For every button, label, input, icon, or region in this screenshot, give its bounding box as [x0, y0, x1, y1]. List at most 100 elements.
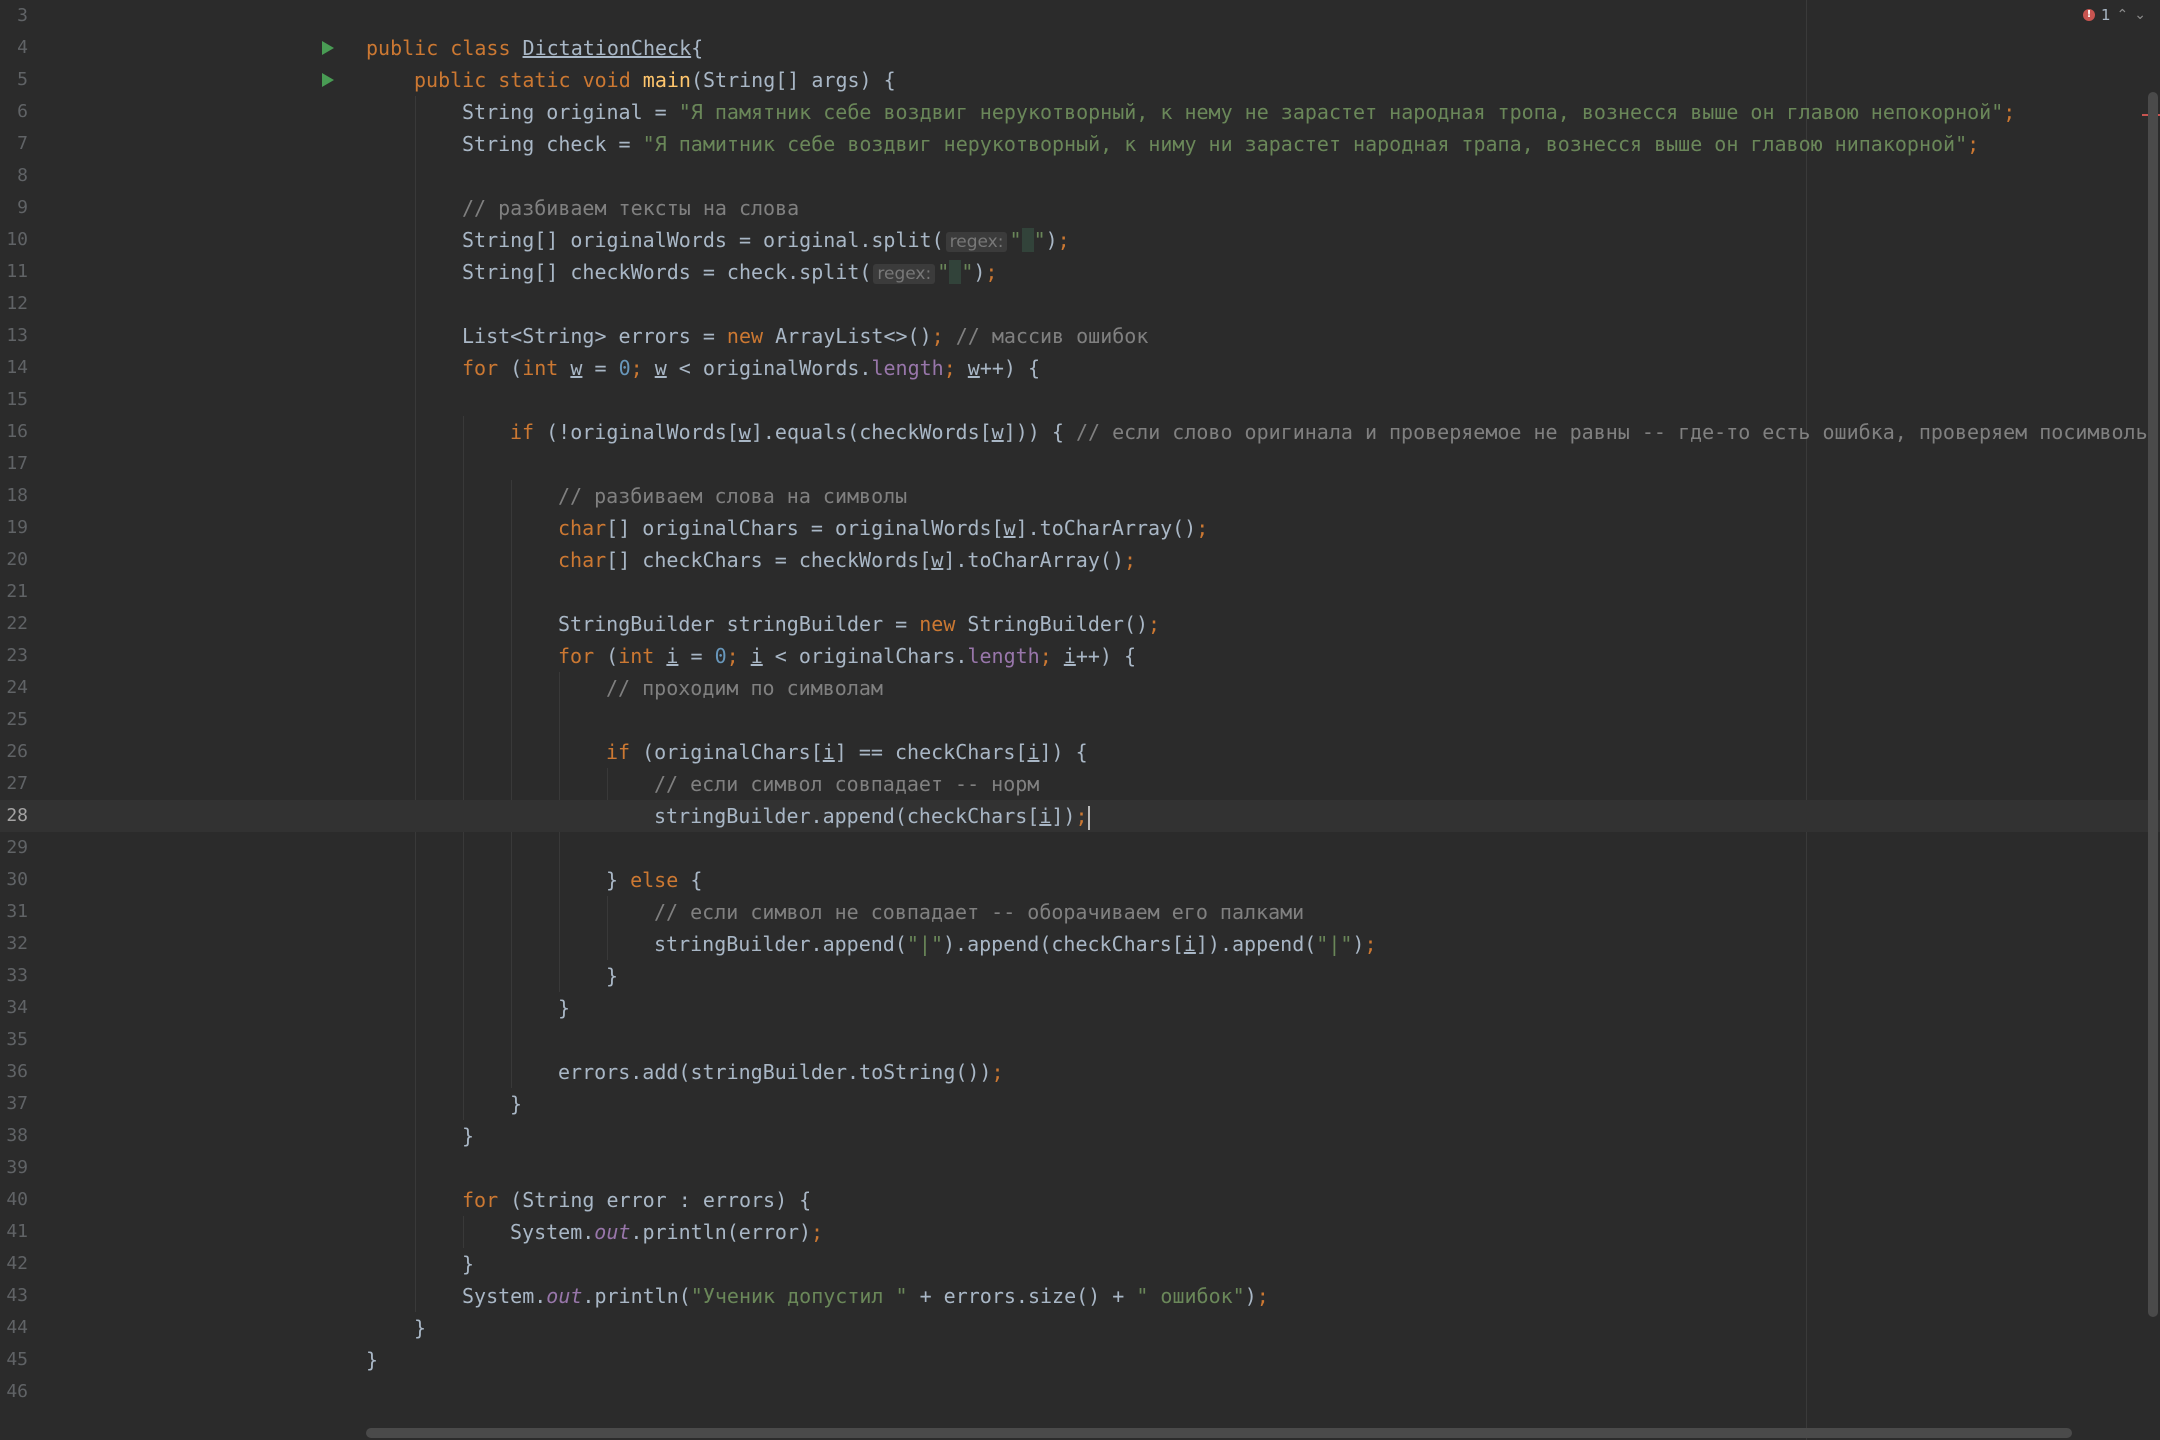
code-text[interactable]: }	[558, 992, 570, 1024]
code-line[interactable]: 27 // если символ совпадает -- норм	[0, 768, 2160, 800]
line-number[interactable]: 38	[0, 1120, 28, 1152]
line-number[interactable]: 17	[0, 448, 28, 480]
code-line[interactable]: 32 stringBuilder.append("|").append(check…	[0, 928, 2160, 960]
line-number[interactable]: 7	[0, 128, 28, 160]
code-text[interactable]: } else {	[606, 864, 702, 896]
code-line[interactable]: 33}	[0, 960, 2160, 992]
next-error-icon[interactable]: ⌄	[2134, 7, 2146, 23]
code-text[interactable]: System.out.println("Ученик допустил " + …	[462, 1280, 1269, 1312]
line-number[interactable]: 20	[0, 544, 28, 576]
code-line[interactable]: 42}	[0, 1248, 2160, 1280]
line-number[interactable]: 6	[0, 96, 28, 128]
line-number[interactable]: 39	[0, 1152, 28, 1184]
code-text[interactable]: String check = "Я памитник себе воздвиг …	[462, 128, 1979, 160]
code-text[interactable]: for (String error : errors) {	[462, 1184, 811, 1216]
code-line[interactable]: 22 StringBuilder stringBuilder = new Stri…	[0, 608, 2160, 640]
line-number[interactable]: 10	[0, 224, 28, 256]
line-number[interactable]: 27	[0, 768, 28, 800]
line-number[interactable]: 37	[0, 1088, 28, 1120]
code-line[interactable]: 43 System.out.println("Ученик допустил " …	[0, 1280, 2160, 1312]
line-number[interactable]: 30	[0, 864, 28, 896]
line-number[interactable]: 31	[0, 896, 28, 928]
code-line[interactable]: 35	[0, 1024, 2160, 1056]
line-number[interactable]: 40	[0, 1184, 28, 1216]
code-line[interactable]: 39	[0, 1152, 2160, 1184]
code-line[interactable]: 41 System.out.println(error);	[0, 1216, 2160, 1248]
code-text[interactable]: }	[462, 1248, 474, 1280]
code-line[interactable]: 40 for (String error : errors) {	[0, 1184, 2160, 1216]
code-line[interactable]: 6 String original = "Я памятник себе возд…	[0, 96, 2160, 128]
code-text[interactable]: char[] checkChars = checkWords[w].toChar…	[558, 544, 1136, 576]
code-line[interactable]: 10 String[] originalWords = original.spli…	[0, 224, 2160, 256]
line-number[interactable]: 33	[0, 960, 28, 992]
code-text[interactable]: if (!originalWords[w].equals(checkWords[…	[510, 416, 2160, 448]
code-text[interactable]: // разбиваем слова на символы	[558, 480, 907, 512]
code-text[interactable]: String original = "Я памятник себе воздв…	[462, 96, 2015, 128]
code-line[interactable]: 44}	[0, 1312, 2160, 1344]
code-line[interactable]: 36 errors.add(stringBuilder.toString());	[0, 1056, 2160, 1088]
line-number[interactable]: 9	[0, 192, 28, 224]
code-text[interactable]: for (int i = 0; i < originalChars.length…	[558, 640, 1136, 672]
code-line[interactable]: 21	[0, 576, 2160, 608]
code-text[interactable]: }	[462, 1120, 474, 1152]
code-line[interactable]: 38}	[0, 1120, 2160, 1152]
line-number[interactable]: 43	[0, 1280, 28, 1312]
code-line[interactable]: 8	[0, 160, 2160, 192]
previous-error-icon[interactable]: ⌃	[2117, 7, 2129, 23]
line-number[interactable]: 45	[0, 1344, 28, 1376]
line-number[interactable]: 46	[0, 1376, 28, 1408]
vertical-scrollbar[interactable]	[2148, 92, 2158, 1317]
code-text[interactable]: }	[414, 1312, 426, 1344]
code-line[interactable]: 7 String check = "Я памитник себе воздвиг…	[0, 128, 2160, 160]
line-number[interactable]: 4	[0, 32, 28, 64]
code-text[interactable]: public static void main(String[] args) {	[414, 64, 896, 96]
code-text[interactable]: List<String> errors = new ArrayList<>();…	[462, 320, 1148, 352]
code-line[interactable]: 15	[0, 384, 2160, 416]
code-text[interactable]: }	[510, 1088, 522, 1120]
code-line[interactable]: 16 if (!originalWords[w].equals(checkWord…	[0, 416, 2160, 448]
line-number[interactable]: 11	[0, 256, 28, 288]
code-text[interactable]: // разбиваем тексты на слова	[462, 192, 799, 224]
run-gutter-icon[interactable]	[322, 41, 334, 55]
line-number[interactable]: 42	[0, 1248, 28, 1280]
code-text[interactable]: String[] originalWords = original.split(…	[462, 224, 1070, 258]
code-line[interactable]: 13 List<String> errors = new ArrayList<>(…	[0, 320, 2160, 352]
horizontal-scrollbar[interactable]	[366, 1428, 2072, 1438]
code-text[interactable]: errors.add(stringBuilder.toString());	[558, 1056, 1004, 1088]
code-line[interactable]: 37}	[0, 1088, 2160, 1120]
line-number[interactable]: 32	[0, 928, 28, 960]
line-number[interactable]: 34	[0, 992, 28, 1024]
code-line[interactable]: 20 char[] checkChars = checkWords[w].toCh…	[0, 544, 2160, 576]
error-indicator[interactable]: ! 1 ⌃ ⌄	[2082, 6, 2146, 24]
code-line[interactable]: 9 // разбиваем тексты на слова	[0, 192, 2160, 224]
code-line[interactable]: 19 char[] originalChars = originalWords[w…	[0, 512, 2160, 544]
line-number[interactable]: 24	[0, 672, 28, 704]
code-line[interactable]: 28 stringBuilder.append(checkChars[i]);	[0, 800, 2160, 832]
code-line[interactable]: 29	[0, 832, 2160, 864]
line-number[interactable]: 26	[0, 736, 28, 768]
code-line[interactable]: 5 public static void main(String[] args) …	[0, 64, 2160, 96]
code-line[interactable]: 24 // проходим по символам	[0, 672, 2160, 704]
code-text[interactable]: }	[606, 960, 618, 992]
line-number[interactable]: 41	[0, 1216, 28, 1248]
code-text[interactable]: public class DictationCheck{	[366, 32, 703, 64]
code-line[interactable]: 11 String[] checkWords = check.split(rege…	[0, 256, 2160, 288]
line-number[interactable]: 29	[0, 832, 28, 864]
code-line[interactable]: 25	[0, 704, 2160, 736]
code-line[interactable]: 3	[0, 0, 2160, 32]
code-line[interactable]: 18 // разбиваем слова на символы	[0, 480, 2160, 512]
line-number[interactable]: 15	[0, 384, 28, 416]
code-line[interactable]: 14 for (int w = 0; w < originalWords.leng…	[0, 352, 2160, 384]
code-text[interactable]: System.out.println(error);	[510, 1216, 823, 1248]
line-number[interactable]: 36	[0, 1056, 28, 1088]
line-number[interactable]: 22	[0, 608, 28, 640]
line-number[interactable]: 3	[0, 0, 28, 32]
code-text[interactable]: char[] originalChars = originalWords[w].…	[558, 512, 1208, 544]
code-line[interactable]: 12	[0, 288, 2160, 320]
line-number[interactable]: 12	[0, 288, 28, 320]
code-line[interactable]: 26 if (originalChars[i] == checkChars[i])…	[0, 736, 2160, 768]
line-number[interactable]: 35	[0, 1024, 28, 1056]
code-line[interactable]: 4 public class DictationCheck{	[0, 32, 2160, 64]
code-text[interactable]: stringBuilder.append("|").append(checkCh…	[654, 928, 1377, 960]
code-line[interactable]: 45}	[0, 1344, 2160, 1376]
